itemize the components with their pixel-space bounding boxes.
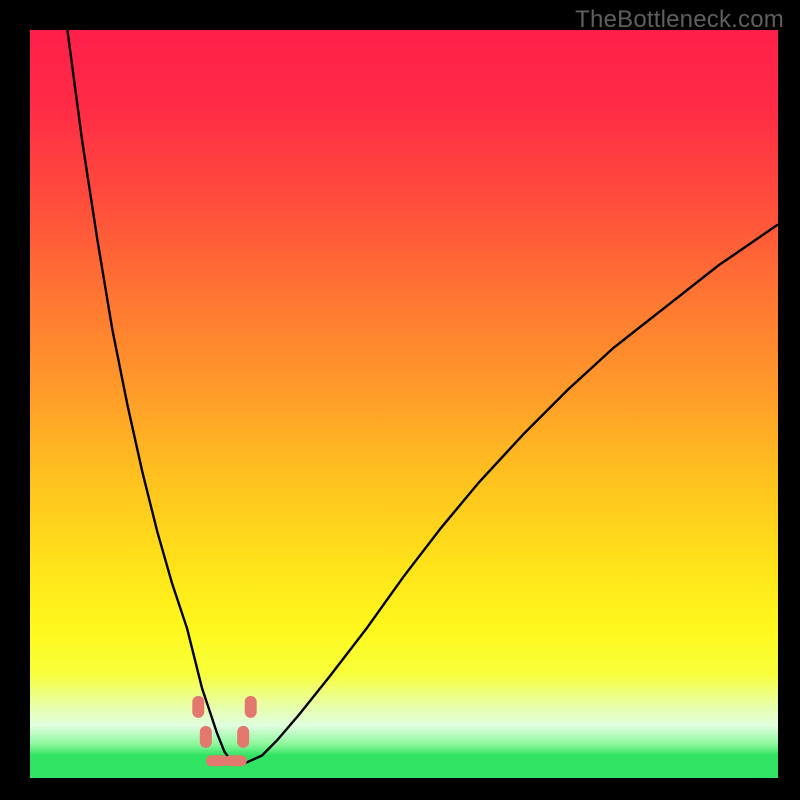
data-marker — [245, 696, 257, 718]
chart-frame: TheBottleneck.com — [0, 0, 800, 800]
data-marker — [237, 726, 249, 748]
plot-area — [30, 30, 778, 778]
optimal-band — [30, 756, 778, 778]
data-marker — [200, 726, 212, 748]
gradient-background — [30, 30, 778, 778]
data-marker — [225, 755, 247, 766]
data-marker — [192, 696, 204, 718]
bottleneck-curve-chart — [30, 30, 778, 778]
watermark-text: TheBottleneck.com — [575, 6, 784, 34]
